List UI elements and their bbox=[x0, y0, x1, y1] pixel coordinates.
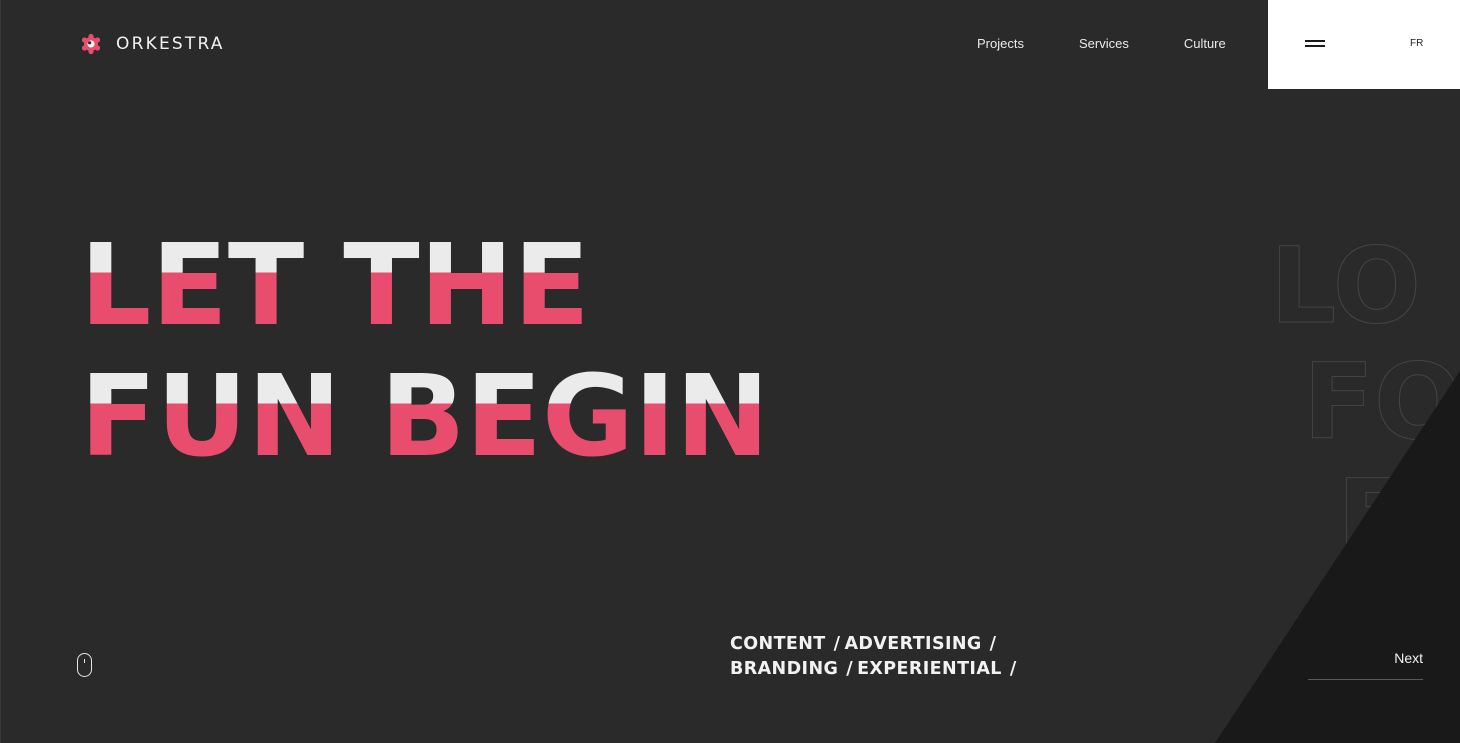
separator: / bbox=[1009, 659, 1017, 679]
left-border bbox=[0, 0, 1, 743]
language-switch[interactable]: FR bbox=[1410, 38, 1423, 49]
main-nav: Projects Services Culture bbox=[977, 36, 1226, 51]
services-row-2: BRANDING / EXPERIENTIAL / bbox=[730, 657, 1021, 682]
ghost-text-line1: LO bbox=[1270, 225, 1422, 347]
services-tagline: CONTENT / ADVERTISING / BRANDING / EXPERIENTI… bbox=[730, 632, 1021, 682]
gear-flower-icon bbox=[81, 33, 101, 55]
nav-item-projects[interactable]: Projects bbox=[977, 36, 1024, 51]
separator: / bbox=[846, 659, 854, 679]
menu-panel: FR bbox=[1268, 0, 1460, 89]
page: ORKESTRA Projects Services Culture FR LO… bbox=[0, 0, 1460, 743]
hero-title-line1: LET THE bbox=[80, 221, 590, 351]
next-underline bbox=[1308, 679, 1423, 680]
mouse-wheel bbox=[84, 659, 85, 663]
service-branding: BRANDING bbox=[730, 659, 839, 679]
brand-logo-link[interactable]: ORKESTRA bbox=[80, 33, 225, 55]
hamburger-icon[interactable] bbox=[1305, 40, 1327, 50]
nav-item-services[interactable]: Services bbox=[1079, 36, 1129, 51]
separator: / bbox=[833, 634, 841, 654]
service-experiential: EXPERIENTIAL bbox=[857, 659, 1002, 679]
separator: / bbox=[989, 634, 997, 654]
service-advertising: ADVERTISING bbox=[844, 634, 982, 654]
hero-title-line2: FUN BEGIN bbox=[80, 352, 770, 482]
services-row-1: CONTENT / ADVERTISING / bbox=[730, 632, 1021, 657]
nav-item-culture[interactable]: Culture bbox=[1184, 36, 1226, 51]
next-link[interactable]: Next bbox=[1308, 650, 1423, 666]
service-content: CONTENT bbox=[730, 634, 826, 654]
mouse-scroll-icon[interactable] bbox=[77, 653, 92, 677]
brand-name: ORKESTRA bbox=[116, 34, 225, 54]
